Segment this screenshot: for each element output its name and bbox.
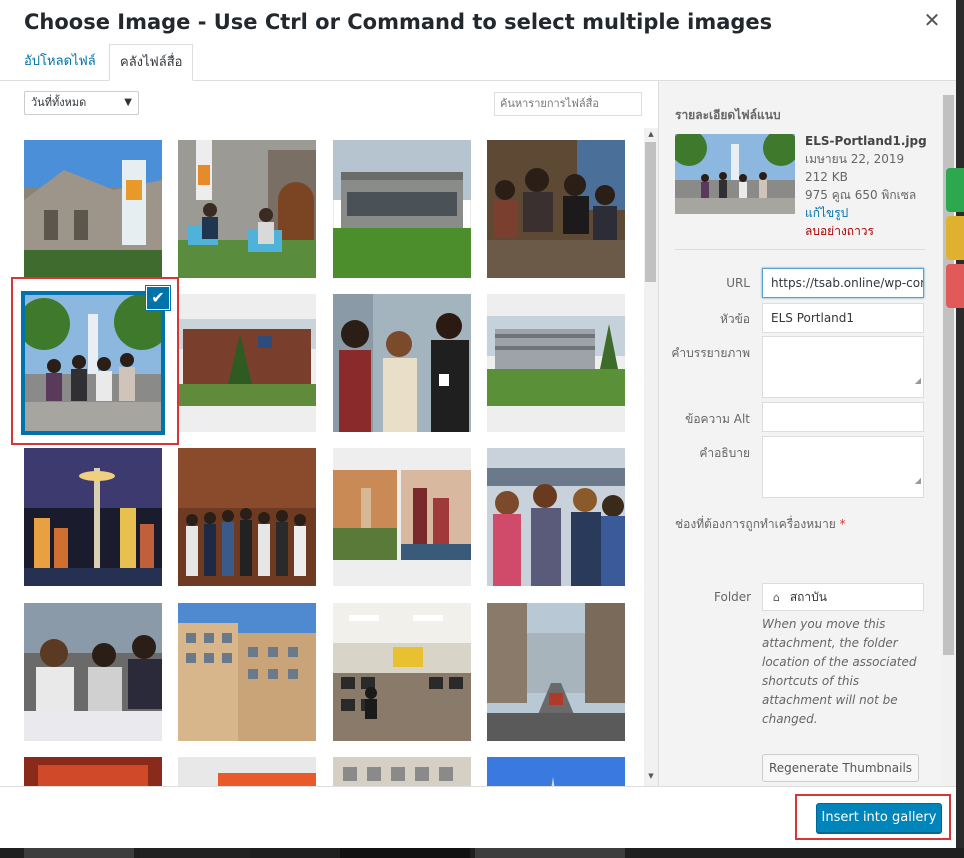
divider	[675, 249, 925, 250]
folder-select[interactable]: ⌂ สถาบัน	[762, 583, 924, 611]
media-item[interactable]	[178, 757, 316, 788]
attachment-meta: ELS-Portland1.jpg เมษายน 22, 2019 212 KB…	[805, 132, 927, 240]
date-filter-select[interactable]: วันที่ทั้งหมด ▼	[24, 91, 139, 115]
tab-upload-files[interactable]: อัปโหลดไฟล์	[14, 44, 106, 80]
home-icon: ⌂	[773, 591, 780, 604]
media-item[interactable]	[24, 757, 162, 788]
media-item[interactable]	[24, 140, 162, 278]
title-label: หัวข้อ	[719, 312, 750, 326]
delete-permanently-link[interactable]: ลบอย่างถาวร	[805, 222, 927, 240]
media-item[interactable]	[333, 140, 471, 278]
tab-bar: อัปโหลดไฟล์ คลังไฟล์สื่อ	[0, 44, 956, 81]
alt-text-label: ข้อความ Alt	[685, 412, 750, 426]
resize-grip-icon[interactable]: ◢	[915, 467, 921, 495]
folder-label: Folder	[714, 590, 752, 604]
checkmark-icon[interactable]: ✔	[146, 286, 170, 310]
alt-text-field[interactable]	[762, 402, 924, 432]
attachment-preview	[675, 134, 795, 214]
folder-value: สถาบัน	[789, 590, 827, 604]
media-item[interactable]	[333, 294, 471, 432]
edit-image-link[interactable]: แก้ไขรูป	[805, 204, 927, 222]
media-item[interactable]	[487, 757, 625, 788]
close-icon[interactable]: ✕	[920, 8, 944, 32]
caption-textarea[interactable]: ◢	[762, 336, 924, 398]
regenerate-thumbnails-button[interactable]: Regenerate Thumbnails	[762, 754, 919, 782]
description-label: คำอธิบาย	[699, 446, 750, 460]
required-star: *	[839, 517, 846, 531]
backdrop-bottom	[0, 848, 964, 858]
media-item[interactable]	[333, 757, 471, 788]
media-item[interactable]	[487, 294, 625, 432]
tab-media-library[interactable]: คลังไฟล์สื่อ	[109, 44, 194, 81]
scroll-down-icon[interactable]: ▼	[644, 772, 658, 784]
required-fields-note: ช่องที่ต้องการถูกทำเครื่องหมาย *	[675, 515, 846, 534]
floating-yellow-button[interactable]	[946, 216, 964, 260]
media-item[interactable]	[487, 603, 625, 741]
media-item[interactable]	[178, 294, 316, 432]
media-item[interactable]	[333, 603, 471, 741]
media-item[interactable]	[24, 603, 162, 741]
date-filter-value: วันที่ทั้งหมด	[31, 96, 87, 109]
media-item[interactable]	[178, 140, 316, 278]
floating-green-button[interactable]	[946, 168, 964, 212]
media-item-selected[interactable]	[21, 291, 165, 435]
media-item[interactable]	[333, 448, 471, 586]
title-field[interactable]: ELS Portland1	[762, 303, 924, 333]
resize-grip-icon[interactable]: ◢	[915, 367, 921, 395]
backdrop	[956, 0, 964, 858]
media-grid-scrollbar-thumb[interactable]	[645, 142, 656, 282]
floating-red-button[interactable]	[946, 264, 964, 308]
attachment-size: 212 KB	[805, 170, 848, 184]
caption-label: คำบรรยายภาพ	[671, 346, 750, 360]
media-grid	[0, 128, 644, 788]
attachment-date: เมษายน 22, 2019	[805, 152, 905, 166]
media-item[interactable]	[178, 448, 316, 586]
media-search-input[interactable]: ค้นหารายการไฟล์สื่อ	[494, 92, 642, 116]
folder-note: When you move this attachment, the folde…	[762, 617, 917, 726]
scroll-up-icon[interactable]: ▲	[644, 130, 658, 142]
required-note-text: ช่องที่ต้องการถูกทำเครื่องหมาย	[675, 517, 836, 531]
dialog-title: Choose Image - Use Ctrl or Command to se…	[24, 10, 773, 34]
media-item[interactable]	[24, 448, 162, 586]
attachment-details-heading: รายละเอียดไฟล์แนบ	[675, 108, 781, 122]
chevron-down-icon: ▼	[124, 97, 132, 108]
attachment-filename: ELS-Portland1.jpg	[805, 134, 927, 148]
media-item[interactable]	[178, 603, 316, 741]
media-item[interactable]	[487, 448, 625, 586]
url-field[interactable]: https://tsab.online/wp-content/uploads/E…	[762, 268, 924, 298]
description-textarea[interactable]: ◢	[762, 436, 924, 498]
media-item[interactable]	[487, 140, 625, 278]
attachment-dimensions: 975 คูณ 650 พิกเซล	[805, 188, 917, 202]
insert-into-gallery-button[interactable]: Insert into gallery	[816, 803, 942, 833]
url-label: URL	[726, 276, 750, 290]
